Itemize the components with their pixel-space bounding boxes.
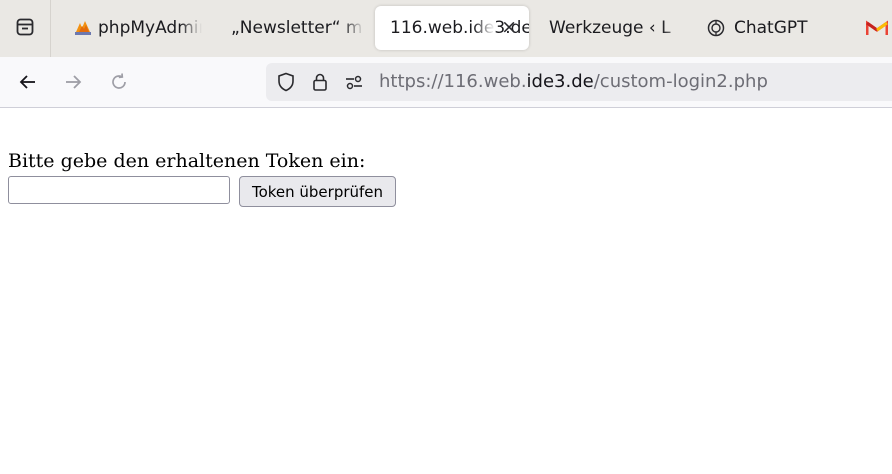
verify-token-button[interactable]: Token überprüfen	[239, 176, 396, 207]
arrow-left-icon	[18, 72, 38, 92]
reload-icon	[109, 72, 129, 92]
url-text: https://116.web.ide3.de/custom-login2.ph…	[379, 71, 768, 92]
phpmyadmin-icon	[74, 20, 92, 36]
reload-button[interactable]	[106, 69, 132, 95]
url-host-domain: ide3.de	[526, 71, 594, 92]
forward-button[interactable]	[60, 69, 86, 95]
token-input[interactable]	[8, 176, 230, 204]
tab-overview-icon	[15, 17, 35, 41]
arrow-right-icon	[63, 72, 83, 92]
tab-active-custom-login[interactable]: 116.web.ide3.de ×	[375, 6, 529, 50]
chatgpt-icon	[707, 19, 725, 37]
permissions-icon[interactable]	[344, 72, 364, 92]
lock-icon[interactable]	[310, 72, 330, 92]
tab-label: ChatGPT	[734, 18, 808, 38]
tab-strip: phpMyAdmin „Newsletter“ m 116.web.ide3.d…	[0, 0, 892, 57]
navigation-toolbar: https://116.web.ide3.de/custom-login2.ph…	[0, 57, 892, 108]
page-content: Bitte gebe den erhaltenen Token ein: Tok…	[0, 108, 892, 474]
tab-werkzeuge[interactable]: Werkzeuge ‹ L	[536, 6, 684, 50]
tab-overview-button[interactable]	[0, 0, 51, 57]
tab-chatgpt[interactable]: ChatGPT	[694, 6, 844, 50]
tab-label: Werkzeuge ‹ L	[549, 18, 671, 38]
url-path: /custom-login2.php	[593, 71, 768, 92]
close-tab-icon[interactable]: ×	[501, 17, 517, 37]
address-bar[interactable]: https://116.web.ide3.de/custom-login2.ph…	[266, 63, 892, 101]
shield-icon[interactable]	[276, 72, 296, 92]
tab-gmail[interactable]	[860, 6, 892, 50]
url-host-prefix: https://116.web.	[379, 71, 527, 92]
tab-newsletter[interactable]: „Newsletter“ m	[218, 6, 364, 50]
tab-phpmyadmin[interactable]: phpMyAdmin	[62, 6, 202, 50]
back-button[interactable]	[15, 69, 41, 95]
gmail-icon	[866, 20, 888, 36]
token-prompt-label: Bitte gebe den erhaltenen Token ein:	[8, 150, 366, 172]
